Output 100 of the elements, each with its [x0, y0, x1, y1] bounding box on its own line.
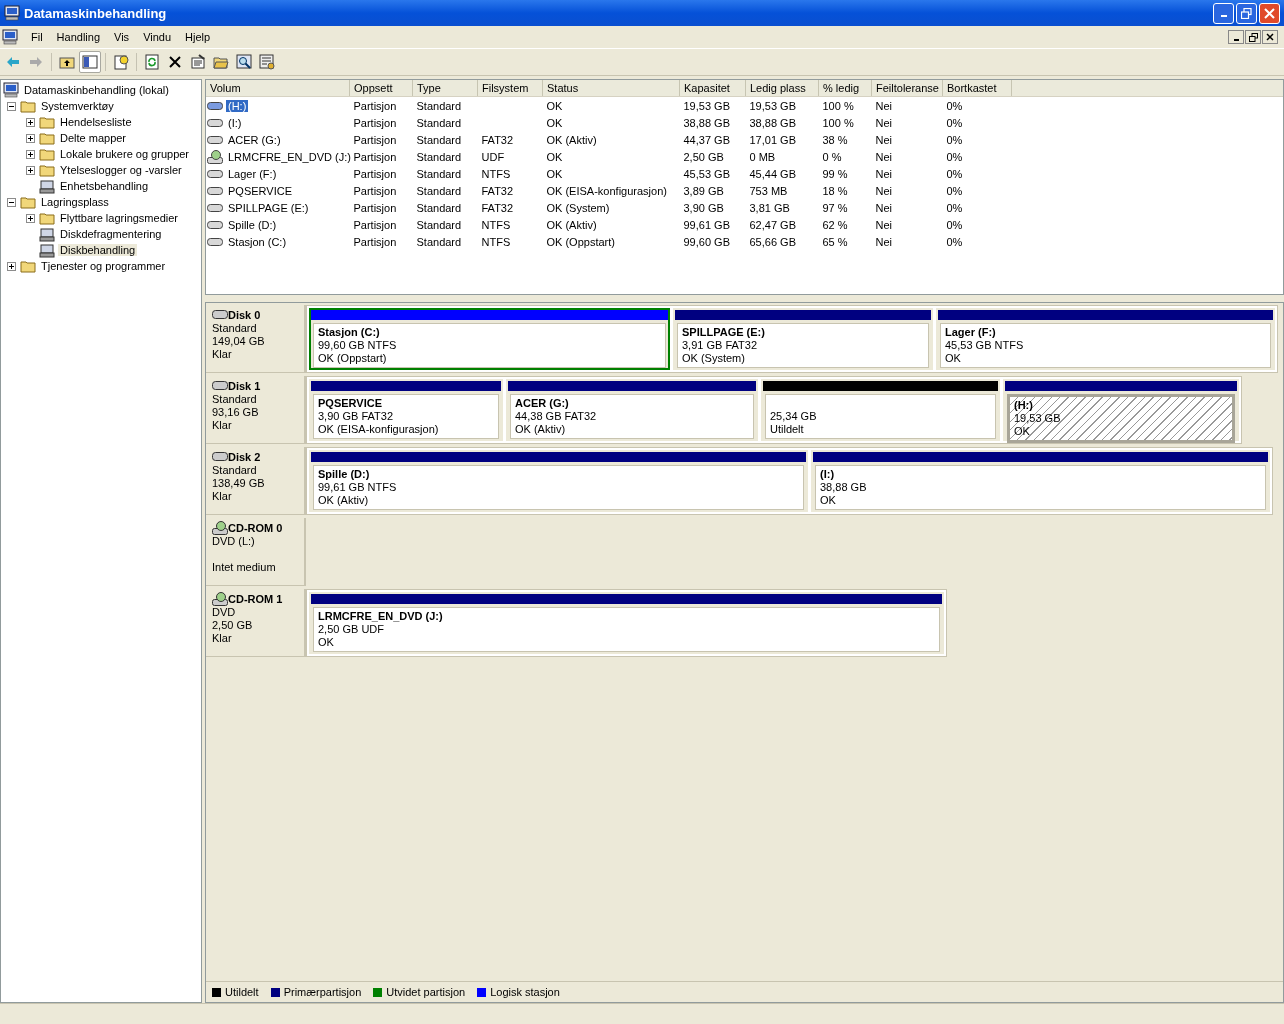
- partition-name: LRMCFRE_EN_DVD (J:): [318, 610, 444, 623]
- partition-size: 99,60 GB NTFS: [318, 339, 398, 352]
- expand-toggle[interactable]: [26, 149, 35, 159]
- volume-name[interactable]: Spille (D:): [226, 218, 279, 231]
- partition-frame[interactable]: Lager (F:) 45,53 GB NTFS OK: [936, 308, 1275, 370]
- tree-item[interactable]: Diskdefragmentering: [58, 228, 164, 240]
- volume-name[interactable]: PQSERVICE: [226, 184, 294, 197]
- column-header[interactable]: Kapasitet: [679, 80, 746, 97]
- menu-item[interactable]: Vis: [107, 31, 137, 43]
- column-header[interactable]: Oppsett: [349, 80, 413, 97]
- table-cell-text: OK: [545, 149, 564, 165]
- disk-label-panel[interactable]: Disk 0 Standard 149,04 GB Klar: [206, 305, 306, 373]
- column-header[interactable]: Volum: [206, 80, 350, 97]
- disk-label-panel[interactable]: Disk 1 Standard 93,16 GB Klar: [206, 376, 306, 444]
- tree-item[interactable]: Delte mapper: [58, 132, 129, 144]
- menu-item[interactable]: Fil: [24, 31, 50, 43]
- menu-item[interactable]: Handling: [49, 31, 108, 43]
- table-cell-text: 0%: [945, 200, 964, 216]
- properties-icon: [190, 54, 206, 70]
- delete-icon: [167, 54, 183, 70]
- table-cell-text: 99,60 GB: [682, 234, 731, 250]
- cd-drive-icon: [212, 520, 228, 535]
- partition-frame[interactable]: (I:) 38,88 GB OK: [811, 450, 1270, 512]
- table-cell-text: NTFS: [480, 234, 512, 250]
- partition-frame[interactable]: Spille (D:) 99,61 GB NTFS OK (Aktiv): [309, 450, 808, 512]
- menu-item[interactable]: Hjelp: [178, 31, 218, 43]
- tree-item[interactable]: Lokale brukere og grupper: [58, 148, 192, 160]
- column-header[interactable]: % ledig: [818, 80, 872, 97]
- partition-status: OK: [318, 636, 335, 649]
- partition-frame[interactable]: (H:) 19,53 GB OK: [1003, 379, 1239, 441]
- table-cell-text: 2,50 GB: [682, 149, 725, 165]
- table-cell-text: Partisjon: [352, 183, 398, 199]
- table-cell-text: 18 %: [821, 183, 849, 199]
- expand-toggle[interactable]: [26, 213, 35, 223]
- partition-frame[interactable]: ACER (G:) 44,38 GB FAT32 OK (Aktiv): [506, 379, 758, 441]
- tree-item[interactable]: Tjenester og programmer: [39, 260, 168, 272]
- partition-status: OK: [1014, 425, 1031, 438]
- table-cell-text: 0%: [945, 217, 964, 233]
- expand-toggle[interactable]: [26, 117, 35, 127]
- minimize-button[interactable]: [1228, 30, 1244, 44]
- table-cell-text: NTFS: [480, 166, 512, 182]
- minimize-icon: [1220, 15, 1227, 17]
- column-header[interactable]: Feiltoleranse: [871, 80, 943, 97]
- tree-item[interactable]: Datamaskinbehandling (lokal): [22, 84, 171, 96]
- volume-name[interactable]: SPILLPAGE (E:): [226, 201, 311, 214]
- tree-item[interactable]: Flyttbare lagringsmedier: [58, 212, 180, 224]
- search-icon: [236, 54, 252, 70]
- volume-name[interactable]: (H:): [226, 99, 249, 112]
- folder-icon: [39, 130, 55, 146]
- column-header[interactable]: Filsystem: [477, 80, 543, 97]
- volume-name[interactable]: (I:): [226, 116, 244, 129]
- tree-item[interactable]: Lagringsplass: [39, 196, 111, 208]
- table-cell: 100 %: [818, 96, 872, 114]
- volume-name[interactable]: ACER (G:): [226, 133, 283, 146]
- restore-icon: [1241, 7, 1252, 19]
- tree-item[interactable]: Diskbehandling: [58, 244, 138, 256]
- volume-name[interactable]: Lager (F:): [226, 167, 279, 180]
- partition-name: Stasjon (C:): [318, 326, 381, 339]
- drive-icon: [207, 235, 223, 248]
- partition-frame[interactable]: LRMCFRE_EN_DVD (J:) 2,50 GB UDF OK: [309, 592, 944, 654]
- tree-item[interactable]: Enhetsbehandling: [58, 180, 151, 192]
- partition-frame[interactable]: Stasjon (C:) 99,60 GB NTFS OK (Oppstart): [309, 308, 670, 370]
- table-cell-text: 99,61 GB: [682, 217, 731, 233]
- expand-toggle[interactable]: [26, 133, 35, 143]
- expand-toggle[interactable]: [26, 165, 35, 175]
- restore-icon: [1248, 32, 1258, 42]
- partition-frame[interactable]: PQSERVICE 3,90 GB FAT32 OK (EISA-konfigurasjon): [309, 379, 503, 441]
- expand-toggle[interactable]: [7, 101, 16, 111]
- expand-toggle[interactable]: [7, 197, 16, 207]
- table-cell-text: Nei: [874, 115, 893, 131]
- table-cell-text: Nei: [874, 132, 893, 148]
- tree-item[interactable]: Ytelseslogger og -varsler: [58, 164, 184, 176]
- column-header[interactable]: Bortkastet: [942, 80, 1012, 97]
- menu-item[interactable]: Vindu: [136, 31, 179, 43]
- disk-label-panel[interactable]: CD-ROM 1 DVD 2,50 GB Klar: [206, 589, 306, 657]
- table-cell-text: FAT32: [480, 132, 515, 148]
- disk-label-panel[interactable]: CD-ROM 0 DVD (L:) Intet medium: [206, 518, 306, 586]
- column-header[interactable]: Ledig plass: [745, 80, 819, 97]
- settings-button[interactable]: [256, 51, 278, 73]
- volume-name[interactable]: LRMCFRE_EN_DVD (J:): [226, 150, 353, 163]
- column-header[interactable]: Type: [412, 80, 478, 97]
- partition-frame[interactable]: SPILLPAGE (E:) 3,91 GB FAT32 OK (System): [673, 308, 933, 370]
- partition-status: OK (Oppstart): [318, 352, 388, 365]
- tree-item[interactable]: Systemverktøy: [39, 100, 116, 112]
- drive-icon: [207, 184, 223, 197]
- table-cell-text: Standard: [415, 200, 463, 216]
- partition-frame[interactable]: 25,34 GB Utildelt: [761, 379, 1000, 441]
- tree-item[interactable]: Hendelsesliste: [58, 116, 134, 128]
- disk-info: DVD (L:): [212, 535, 256, 548]
- expand-toggle[interactable]: [7, 261, 16, 271]
- column-header[interactable]: Status: [542, 80, 680, 97]
- close-icon: [1264, 7, 1275, 19]
- table-cell-text: 0%: [945, 234, 964, 250]
- tree-toggle-button[interactable]: [79, 51, 101, 73]
- disk-label-panel[interactable]: Disk 2 Standard 138,49 GB Klar: [206, 447, 306, 515]
- folder-icon: [20, 98, 36, 114]
- table-cell-text: Nei: [874, 200, 893, 216]
- restore-button[interactable]: [1245, 30, 1261, 44]
- volume-name[interactable]: Stasjon (C:): [226, 235, 289, 248]
- close-button[interactable]: [1262, 30, 1278, 44]
